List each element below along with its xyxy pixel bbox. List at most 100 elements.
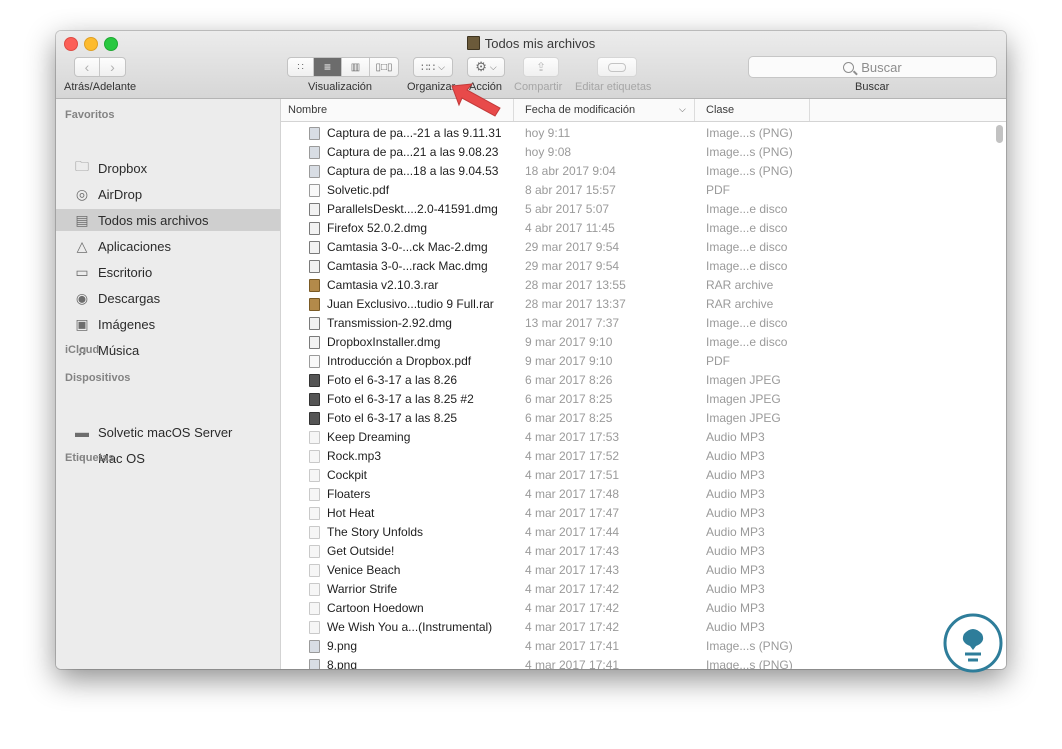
file-kind: Image...e disco [706, 221, 788, 235]
edit-tags-button[interactable] [597, 57, 637, 77]
sidebar-item-airdrop[interactable]: ◎ AirDrop [56, 183, 280, 205]
sidebar-item-solvetic-macos-server[interactable]: ▬ Solvetic macOS Server [56, 421, 280, 443]
file-date: 4 mar 2017 17:42 [525, 620, 620, 634]
all-files-icon [466, 36, 480, 50]
table-row[interactable]: Transmission-2.92.dmg 13 mar 2017 7:37 Ima… [281, 314, 1006, 333]
file-rows: Captura de pa...-21 a las 9.11.31 hoy 9:1… [281, 124, 1006, 669]
table-row[interactable]: 8.png 4 mar 2017 17:41 Image...s (PNG) [281, 656, 1006, 669]
table-row[interactable]: Captura de pa...-21 a las 9.11.31 hoy 9:1… [281, 124, 1006, 143]
table-row[interactable]: The Story Unfolds 4 mar 2017 17:44 Audio M… [281, 523, 1006, 542]
table-row[interactable]: Firefox 52.0.2.dmg 4 abr 2017 11:45 Image.… [281, 219, 1006, 238]
organize-button[interactable]: ∷∷ ⌵ [413, 57, 453, 77]
table-row[interactable]: DropboxInstaller.dmg 9 mar 2017 9:10 Image… [281, 333, 1006, 352]
file-date: 9 mar 2017 9:10 [525, 354, 613, 368]
sidebar-item-descargas[interactable]: ◉ Descargas [56, 287, 280, 309]
file-kind: Image...e disco [706, 335, 788, 349]
desktop-icon: ▭ [75, 263, 89, 280]
back-button[interactable]: ‹ [75, 58, 101, 76]
table-row[interactable]: Camtasia 3-0-...ck Mac-2.dmg 29 mar 2017 … [281, 238, 1006, 257]
file-date: hoy 9:11 [525, 126, 571, 140]
file-date: 8 abr 2017 15:57 [525, 183, 616, 197]
file-date: 6 mar 2017 8:26 [525, 373, 613, 387]
table-row[interactable]: Foto el 6-3-17 a las 8.25 6 mar 2017 8:25… [281, 409, 1006, 428]
table-row[interactable]: Camtasia 3-0-...rack Mac.dmg 29 mar 2017 … [281, 257, 1006, 276]
organize-label: Organizar [407, 81, 456, 93]
search-input[interactable]: Buscar [748, 56, 997, 78]
sidebar-item-im-genes[interactable]: ▣ Imágenes [56, 313, 280, 335]
file-name: Get Outside! [327, 544, 395, 558]
view-columns-button[interactable]: ▥ [342, 58, 370, 76]
column-divider[interactable] [694, 99, 695, 121]
file-date: 4 mar 2017 17:43 [525, 563, 620, 577]
watermark-logo-icon [943, 613, 1003, 673]
file-name: Rock.mp3 [327, 449, 382, 463]
sidebar-item-dropbox[interactable]: 🗀 Dropbox [56, 157, 280, 179]
column-header-date[interactable]: Fecha de modificación [525, 104, 635, 116]
table-row[interactable]: Captura de pa...21 a las 9.08.23 hoy 9:08… [281, 143, 1006, 162]
png-file-icon [309, 640, 320, 653]
mp3-file-icon [309, 469, 320, 482]
dmg-file-icon [309, 260, 320, 273]
view-coverflow-button[interactable]: ▯□▯ [370, 58, 398, 76]
dmg-file-icon [309, 317, 320, 330]
column-header-kind[interactable]: Clase [706, 104, 734, 116]
file-name: Camtasia 3-0-...rack Mac.dmg [327, 259, 488, 273]
sidebar-header-icloud: iCloud [65, 344, 100, 356]
table-row[interactable]: Floaters 4 mar 2017 17:48 Audio MP3 [281, 485, 1006, 504]
vertical-scrollbar[interactable] [996, 125, 1003, 143]
file-date: 29 mar 2017 9:54 [525, 259, 620, 273]
file-name: Solvetic.pdf [327, 183, 390, 197]
forward-button[interactable]: › [100, 58, 125, 76]
mp3-file-icon [309, 488, 320, 501]
sidebar-item-todos-mis-archivos[interactable]: ▤ Todos mis archivos [56, 209, 280, 231]
file-kind: Audio MP3 [706, 544, 765, 558]
file-name: Camtasia v2.10.3.rar [327, 278, 439, 292]
action-button[interactable]: ⚙ ⌵ [467, 57, 505, 77]
table-row[interactable]: Keep Dreaming 4 mar 2017 17:53 Audio MP3 [281, 428, 1006, 447]
file-name: Camtasia 3-0-...ck Mac-2.dmg [327, 240, 488, 254]
table-row[interactable]: Foto el 6-3-17 a las 8.26 6 mar 2017 8:26… [281, 371, 1006, 390]
table-row[interactable]: Cockpit 4 mar 2017 17:51 Audio MP3 [281, 466, 1006, 485]
sidebar-item-aplicaciones[interactable]: △ Aplicaciones [56, 235, 280, 257]
view-list-button[interactable]: ≡ [314, 58, 342, 76]
dmg-file-icon [309, 336, 320, 349]
file-date: 6 mar 2017 8:25 [525, 411, 613, 425]
file-name: 8.png [327, 658, 358, 669]
table-row[interactable]: Venice Beach 4 mar 2017 17:43 Audio MP3 [281, 561, 1006, 580]
table-row[interactable]: Introducción a Dropbox.pdf 9 mar 2017 9:1… [281, 352, 1006, 371]
grid-icon: ∷∷ [421, 61, 436, 74]
table-row[interactable]: Foto el 6-3-17 a las 8.25 #2 6 mar 2017 8… [281, 390, 1006, 409]
sidebar-item-escritorio[interactable]: ▭ Escritorio [56, 261, 280, 283]
table-row[interactable]: Cartoon Hoedown 4 mar 2017 17:42 Audio MP3 [281, 599, 1006, 618]
column-header-name[interactable]: Nombre [288, 104, 327, 116]
table-row[interactable]: Captura de pa...18 a las 9.04.53 18 abr 2… [281, 162, 1006, 181]
table-row[interactable]: Juan Exclusivo...tudio 9 Full.rar 28 mar … [281, 295, 1006, 314]
rar-file-icon [309, 298, 320, 311]
mp3-file-icon [309, 545, 320, 558]
table-row[interactable]: Camtasia v2.10.3.rar 28 mar 2017 13:55 RAR… [281, 276, 1006, 295]
file-name: Floaters [327, 487, 371, 501]
share-button[interactable]: ⇪ [523, 57, 559, 77]
table-row[interactable]: Solvetic.pdf 8 abr 2017 15:57 PDF [281, 181, 1006, 200]
table-row[interactable]: Rock.mp3 4 mar 2017 17:52 Audio MP3 [281, 447, 1006, 466]
view-icons-button[interactable]: ∷ [288, 58, 314, 76]
mp3-file-icon [309, 564, 320, 577]
table-row[interactable]: Get Outside! 4 mar 2017 17:43 Audio MP3 [281, 542, 1006, 561]
file-kind: Audio MP3 [706, 582, 765, 596]
file-kind: RAR archive [706, 278, 774, 292]
table-row[interactable]: Warrior Strife 4 mar 2017 17:42 Audio MP3 [281, 580, 1006, 599]
file-name: Cockpit [327, 468, 368, 482]
sidebar-item-label: Música [98, 342, 140, 358]
table-row[interactable]: Hot Heat 4 mar 2017 17:47 Audio MP3 [281, 504, 1006, 523]
table-row[interactable]: ParallelsDeskt....2.0-41591.dmg 5 abr 201… [281, 200, 1006, 219]
file-date: 5 abr 2017 5:07 [525, 202, 610, 216]
file-kind: Image...e disco [706, 240, 788, 254]
sidebar-item-label: Solvetic macOS Server [98, 424, 233, 440]
column-divider[interactable] [513, 99, 514, 121]
table-row[interactable]: 9.png 4 mar 2017 17:41 Image...s (PNG) [281, 637, 1006, 656]
table-row[interactable]: We Wish You a...(Instrumental) 4 mar 2017… [281, 618, 1006, 637]
pdf-file-icon [309, 355, 320, 368]
file-name: Captura de pa...18 a las 9.04.53 [327, 164, 499, 178]
column-divider[interactable] [809, 99, 810, 121]
file-kind: Audio MP3 [706, 563, 765, 577]
